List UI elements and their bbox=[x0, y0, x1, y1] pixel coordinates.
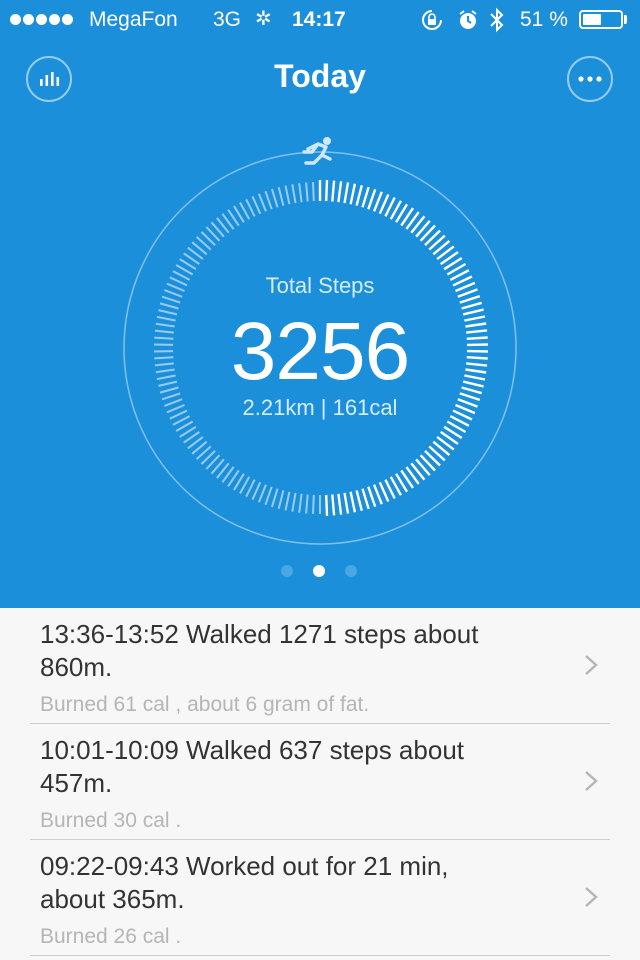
activity-calories: Burned 26 cal . bbox=[40, 925, 182, 948]
ring-tick bbox=[372, 484, 383, 505]
ring-tick bbox=[312, 182, 315, 202]
page-indicator[interactable] bbox=[281, 565, 357, 577]
ring-tick bbox=[257, 484, 267, 503]
ring-tick bbox=[251, 195, 262, 215]
ring-tick bbox=[337, 493, 343, 515]
ring-tick bbox=[325, 494, 329, 516]
ring-tick bbox=[271, 488, 279, 508]
ring-tick bbox=[291, 184, 297, 204]
activity-summary: 09:22-09:43 Worked out for 21 min, bbox=[40, 851, 449, 881]
page-dot[interactable] bbox=[281, 565, 293, 577]
ring-tick bbox=[277, 186, 285, 206]
activity-summary: 10:01-10:09 Walked 637 steps about bbox=[40, 735, 464, 765]
activity-calories: Burned 61 cal , about 6 gram of fat. bbox=[40, 693, 370, 716]
activity-summary-cont: about 365m. bbox=[40, 884, 185, 914]
ring-tick bbox=[343, 182, 350, 204]
activity-list: 13:36-13:52 Walked 1271 steps about 860m… bbox=[0, 608, 640, 956]
ring-tick bbox=[264, 486, 273, 506]
header-panel: MegaFon 3G ✲ 14:17 51 % Today Total Step… bbox=[0, 0, 640, 608]
list-item[interactable]: 09:22-09:43 Worked out for 21 min, about… bbox=[0, 840, 640, 956]
ring-tick bbox=[257, 193, 267, 212]
activity-summary-cont: 457m. bbox=[40, 768, 113, 798]
list-item[interactable]: 13:36-13:52 Walked 1271 steps about 860m… bbox=[0, 608, 640, 724]
ring-tick bbox=[277, 490, 285, 510]
ring-tick bbox=[298, 183, 303, 203]
ring-tick bbox=[271, 188, 279, 208]
ring-tick bbox=[291, 492, 297, 512]
ring-tick bbox=[337, 181, 343, 203]
activity-summary-cont: 860m. bbox=[40, 652, 113, 682]
running-person-icon bbox=[302, 137, 332, 165]
ring-tick bbox=[325, 180, 329, 202]
chevron-right-icon bbox=[585, 887, 598, 907]
ring-tick bbox=[355, 490, 363, 511]
ring-tick bbox=[367, 188, 377, 210]
page-dot[interactable] bbox=[345, 565, 357, 577]
chevron-right-icon bbox=[585, 655, 598, 675]
ring-tick bbox=[245, 198, 256, 217]
ring-tick bbox=[298, 493, 303, 513]
ring-tick bbox=[367, 486, 377, 508]
ring-tick bbox=[284, 491, 291, 511]
ring-tick bbox=[331, 180, 336, 202]
page-dot-active[interactable] bbox=[313, 565, 325, 577]
steps-progress-ring bbox=[123, 137, 517, 545]
total-steps-label: Total Steps bbox=[265, 273, 375, 298]
ring-tick bbox=[349, 183, 357, 205]
ring-tick bbox=[264, 190, 273, 210]
ring-tick bbox=[331, 494, 336, 516]
distance-calories: 2.21km | 161cal bbox=[242, 395, 398, 420]
ring-tick bbox=[312, 494, 315, 514]
activity-calories: Burned 30 cal . bbox=[40, 809, 182, 832]
list-item[interactable]: 10:01-10:09 Walked 637 steps about 457m.… bbox=[0, 724, 640, 840]
total-steps-value: 3256 bbox=[230, 306, 410, 397]
ring-tick bbox=[305, 494, 309, 514]
ring-tick bbox=[361, 186, 370, 208]
activity-summary: 13:36-13:52 Walked 1271 steps about bbox=[40, 619, 479, 649]
ring-tick bbox=[343, 492, 350, 514]
ring-tick bbox=[372, 191, 383, 212]
ring-tick bbox=[251, 481, 262, 501]
chevron-right-icon bbox=[585, 771, 598, 791]
ring-tick bbox=[305, 182, 309, 202]
ring-tick bbox=[284, 185, 291, 205]
ring-tick bbox=[349, 491, 357, 513]
ring-tick bbox=[245, 479, 256, 498]
ring-tick bbox=[355, 185, 363, 206]
ring-tick bbox=[361, 488, 370, 510]
